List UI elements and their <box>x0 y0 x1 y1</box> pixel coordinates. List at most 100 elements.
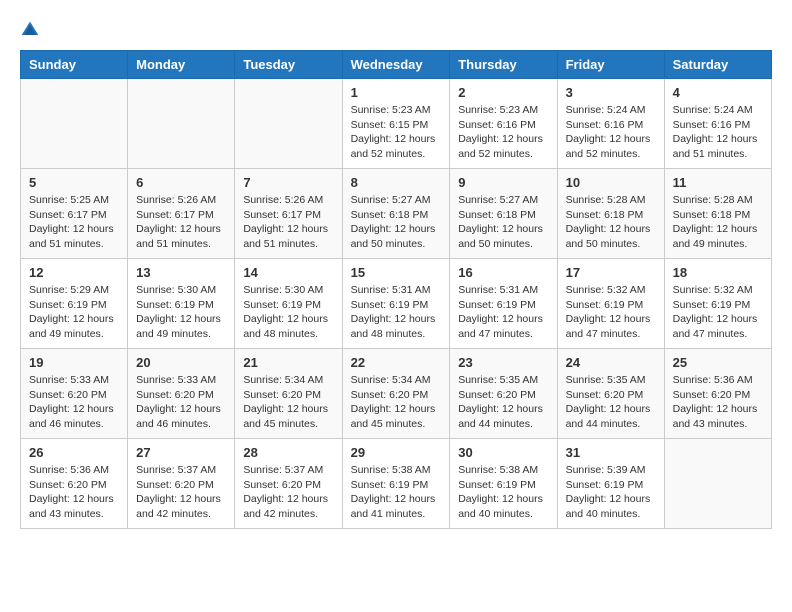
day-info: Sunrise: 5:26 AM Sunset: 6:17 PM Dayligh… <box>243 193 333 252</box>
calendar-cell: 4 Sunrise: 5:24 AM Sunset: 6:16 PM Daylig… <box>664 79 771 169</box>
calendar-cell: 14 Sunrise: 5:30 AM Sunset: 6:19 PM Dayli… <box>235 259 342 349</box>
day-number: 16 <box>458 265 548 280</box>
logo <box>20 20 44 40</box>
day-info: Sunrise: 5:36 AM Sunset: 6:20 PM Dayligh… <box>29 463 119 522</box>
day-info: Sunrise: 5:32 AM Sunset: 6:19 PM Dayligh… <box>566 283 656 342</box>
day-number: 29 <box>351 445 442 460</box>
day-info: Sunrise: 5:28 AM Sunset: 6:18 PM Dayligh… <box>566 193 656 252</box>
calendar-cell: 21 Sunrise: 5:34 AM Sunset: 6:20 PM Dayli… <box>235 349 342 439</box>
day-number: 22 <box>351 355 442 370</box>
calendar-cell <box>21 79 128 169</box>
calendar-cell: 3 Sunrise: 5:24 AM Sunset: 6:16 PM Daylig… <box>557 79 664 169</box>
calendar-header-sunday: Sunday <box>21 51 128 79</box>
day-info: Sunrise: 5:27 AM Sunset: 6:18 PM Dayligh… <box>351 193 442 252</box>
day-number: 10 <box>566 175 656 190</box>
calendar-cell: 19 Sunrise: 5:33 AM Sunset: 6:20 PM Dayli… <box>21 349 128 439</box>
day-info: Sunrise: 5:24 AM Sunset: 6:16 PM Dayligh… <box>566 103 656 162</box>
day-number: 20 <box>136 355 226 370</box>
day-number: 24 <box>566 355 656 370</box>
day-info: Sunrise: 5:37 AM Sunset: 6:20 PM Dayligh… <box>243 463 333 522</box>
day-number: 2 <box>458 85 548 100</box>
logo-icon <box>20 20 40 40</box>
calendar-cell: 29Sunrise: 5:38 AM Sunset: 6:19 PM Dayli… <box>342 439 450 529</box>
day-info: Sunrise: 5:37 AM Sunset: 6:20 PM Dayligh… <box>136 463 226 522</box>
calendar-cell: 30 Sunrise: 5:38 AM Sunset: 6:19 PM Dayli… <box>450 439 557 529</box>
day-number: 28 <box>243 445 333 460</box>
day-info: Sunrise: 5:38 AM Sunset: 6:19 PM Dayligh… <box>458 463 548 522</box>
calendar-cell: 8Sunrise: 5:27 AM Sunset: 6:18 PM Daylig… <box>342 169 450 259</box>
day-info: Sunrise: 5:35 AM Sunset: 6:20 PM Dayligh… <box>458 373 548 432</box>
day-info: Sunrise: 5:30 AM Sunset: 6:19 PM Dayligh… <box>243 283 333 342</box>
day-info: Sunrise: 5:30 AM Sunset: 6:19 PM Dayligh… <box>136 283 226 342</box>
day-number: 21 <box>243 355 333 370</box>
calendar-header-friday: Friday <box>557 51 664 79</box>
day-info: Sunrise: 5:33 AM Sunset: 6:20 PM Dayligh… <box>136 373 226 432</box>
day-info: Sunrise: 5:35 AM Sunset: 6:20 PM Dayligh… <box>566 373 656 432</box>
calendar-table: SundayMondayTuesdayWednesdayThursdayFrid… <box>20 50 772 529</box>
calendar-cell: 20 Sunrise: 5:33 AM Sunset: 6:20 PM Dayli… <box>128 349 235 439</box>
day-info: Sunrise: 5:34 AM Sunset: 6:20 PM Dayligh… <box>243 373 333 432</box>
day-info: Sunrise: 5:31 AM Sunset: 6:19 PM Dayligh… <box>458 283 548 342</box>
day-info: Sunrise: 5:32 AM Sunset: 6:19 PM Dayligh… <box>673 283 763 342</box>
day-info: Sunrise: 5:23 AM Sunset: 6:16 PM Dayligh… <box>458 103 548 162</box>
calendar-header-row: SundayMondayTuesdayWednesdayThursdayFrid… <box>21 51 772 79</box>
day-info: Sunrise: 5:23 AM Sunset: 6:15 PM Dayligh… <box>351 103 442 162</box>
calendar-cell: 24 Sunrise: 5:35 AM Sunset: 6:20 PM Dayli… <box>557 349 664 439</box>
day-info: Sunrise: 5:31 AM Sunset: 6:19 PM Dayligh… <box>351 283 442 342</box>
day-number: 17 <box>566 265 656 280</box>
day-number: 4 <box>673 85 763 100</box>
calendar-cell: 27 Sunrise: 5:37 AM Sunset: 6:20 PM Dayli… <box>128 439 235 529</box>
calendar-cell: 13 Sunrise: 5:30 AM Sunset: 6:19 PM Dayli… <box>128 259 235 349</box>
day-number: 3 <box>566 85 656 100</box>
calendar-cell: 15 Sunrise: 5:31 AM Sunset: 6:19 PM Dayli… <box>342 259 450 349</box>
calendar-week-2: 5 Sunrise: 5:25 AM Sunset: 6:17 PM Daylig… <box>21 169 772 259</box>
calendar-header-monday: Monday <box>128 51 235 79</box>
day-info: Sunrise: 5:28 AM Sunset: 6:18 PM Dayligh… <box>673 193 763 252</box>
day-number: 30 <box>458 445 548 460</box>
day-info: Sunrise: 5:34 AM Sunset: 6:20 PM Dayligh… <box>351 373 442 432</box>
day-number: 12 <box>29 265 119 280</box>
day-number: 27 <box>136 445 226 460</box>
calendar-cell: 1Sunrise: 5:23 AM Sunset: 6:15 PM Daylig… <box>342 79 450 169</box>
day-number: 9 <box>458 175 548 190</box>
day-number: 15 <box>351 265 442 280</box>
day-number: 13 <box>136 265 226 280</box>
calendar-cell: 22 Sunrise: 5:34 AM Sunset: 6:20 PM Dayli… <box>342 349 450 439</box>
day-info: Sunrise: 5:27 AM Sunset: 6:18 PM Dayligh… <box>458 193 548 252</box>
calendar-cell <box>664 439 771 529</box>
calendar-week-5: 26 Sunrise: 5:36 AM Sunset: 6:20 PM Dayli… <box>21 439 772 529</box>
calendar-cell: 6 Sunrise: 5:26 AM Sunset: 6:17 PM Daylig… <box>128 169 235 259</box>
day-number: 25 <box>673 355 763 370</box>
calendar-week-1: 1Sunrise: 5:23 AM Sunset: 6:15 PM Daylig… <box>21 79 772 169</box>
calendar-cell: 11Sunrise: 5:28 AM Sunset: 6:18 PM Dayli… <box>664 169 771 259</box>
day-number: 19 <box>29 355 119 370</box>
day-number: 23 <box>458 355 548 370</box>
day-number: 14 <box>243 265 333 280</box>
calendar-cell: 2 Sunrise: 5:23 AM Sunset: 6:16 PM Daylig… <box>450 79 557 169</box>
day-number: 6 <box>136 175 226 190</box>
calendar-cell: 17 Sunrise: 5:32 AM Sunset: 6:19 PM Dayli… <box>557 259 664 349</box>
day-number: 26 <box>29 445 119 460</box>
day-number: 31 <box>566 445 656 460</box>
calendar-cell: 12Sunrise: 5:29 AM Sunset: 6:19 PM Dayli… <box>21 259 128 349</box>
calendar-cell: 25Sunrise: 5:36 AM Sunset: 6:20 PM Dayli… <box>664 349 771 439</box>
day-info: Sunrise: 5:26 AM Sunset: 6:17 PM Dayligh… <box>136 193 226 252</box>
calendar-cell: 16 Sunrise: 5:31 AM Sunset: 6:19 PM Dayli… <box>450 259 557 349</box>
calendar-cell: 7Sunrise: 5:26 AM Sunset: 6:17 PM Daylig… <box>235 169 342 259</box>
day-info: Sunrise: 5:33 AM Sunset: 6:20 PM Dayligh… <box>29 373 119 432</box>
calendar-cell: 31 Sunrise: 5:39 AM Sunset: 6:19 PM Dayli… <box>557 439 664 529</box>
calendar-week-4: 19 Sunrise: 5:33 AM Sunset: 6:20 PM Dayli… <box>21 349 772 439</box>
calendar-header-saturday: Saturday <box>664 51 771 79</box>
calendar-cell: 23 Sunrise: 5:35 AM Sunset: 6:20 PM Dayli… <box>450 349 557 439</box>
day-info: Sunrise: 5:24 AM Sunset: 6:16 PM Dayligh… <box>673 103 763 162</box>
calendar-header-tuesday: Tuesday <box>235 51 342 79</box>
calendar-header-wednesday: Wednesday <box>342 51 450 79</box>
calendar-cell <box>235 79 342 169</box>
calendar-cell: 28 Sunrise: 5:37 AM Sunset: 6:20 PM Dayli… <box>235 439 342 529</box>
day-number: 5 <box>29 175 119 190</box>
day-info: Sunrise: 5:25 AM Sunset: 6:17 PM Dayligh… <box>29 193 119 252</box>
page-header <box>20 20 772 40</box>
day-info: Sunrise: 5:39 AM Sunset: 6:19 PM Dayligh… <box>566 463 656 522</box>
calendar-cell: 10 Sunrise: 5:28 AM Sunset: 6:18 PM Dayli… <box>557 169 664 259</box>
calendar-week-3: 12Sunrise: 5:29 AM Sunset: 6:19 PM Dayli… <box>21 259 772 349</box>
